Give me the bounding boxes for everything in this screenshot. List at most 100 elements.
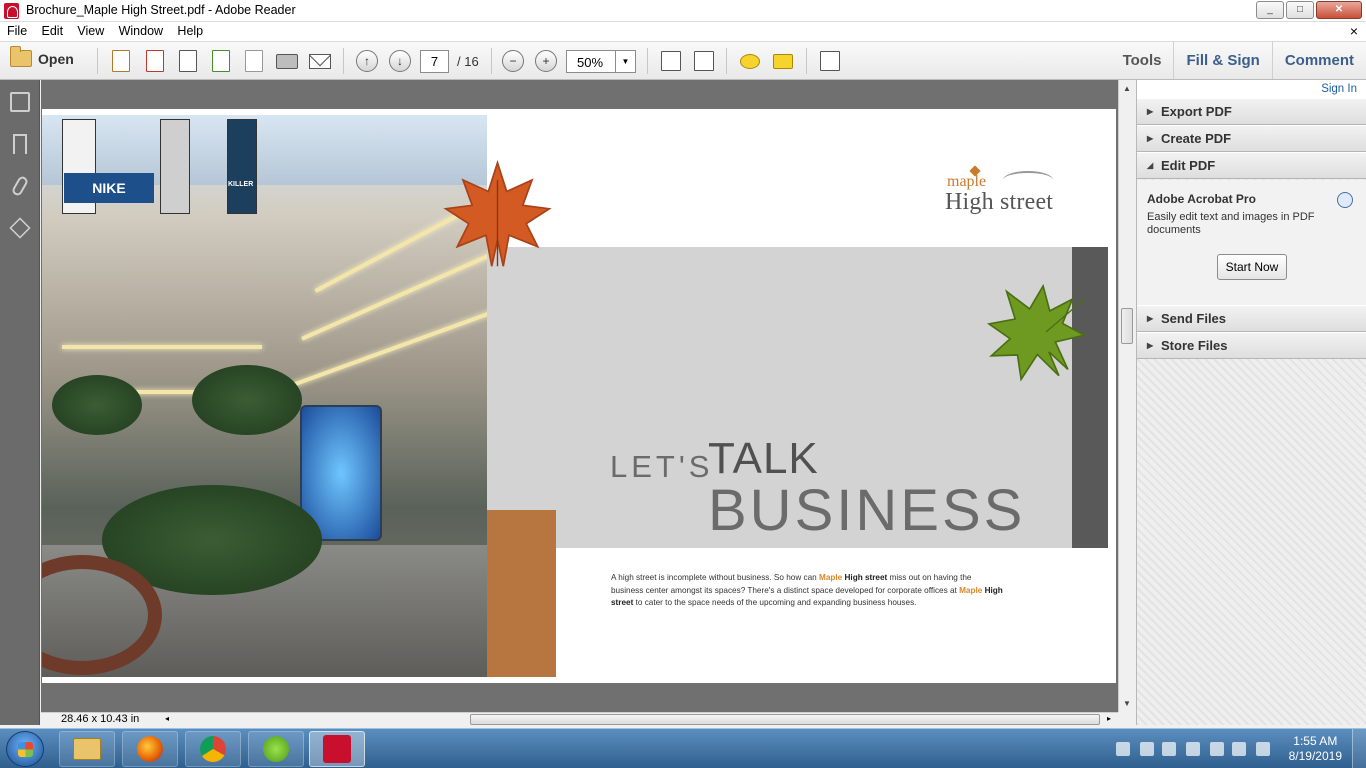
expand-icon: ▶: [1147, 341, 1154, 350]
scroll-thumb[interactable]: [1121, 308, 1133, 344]
adobe-reader-icon: [4, 3, 19, 19]
toolbar-divider: [343, 48, 344, 74]
nike-banner: NIKE: [64, 173, 154, 203]
next-page-button[interactable]: ↓: [388, 50, 412, 72]
minimize-button[interactable]: _: [1256, 1, 1284, 19]
close-button[interactable]: ✕: [1316, 1, 1362, 19]
scroll-down-arrow[interactable]: ▼: [1123, 699, 1131, 708]
scroll-right-arrow[interactable]: ▸: [1107, 714, 1111, 723]
page-thumbnails-icon[interactable]: [10, 92, 30, 112]
adobe-reader-taskbar-button[interactable]: [309, 731, 365, 767]
maple-high-street-logo: maple High street: [945, 165, 1060, 223]
zoom-in-button[interactable]: +: [534, 50, 558, 72]
banner: [160, 119, 190, 214]
print-icon[interactable]: [275, 50, 299, 72]
fit-width-icon[interactable]: [659, 50, 683, 72]
chrome-taskbar-button[interactable]: [185, 731, 241, 767]
menu-file[interactable]: File: [3, 22, 31, 38]
menu-help[interactable]: Help: [173, 22, 207, 38]
chrome-icon: [200, 736, 226, 762]
fit-page-icon[interactable]: [692, 50, 716, 72]
page-number-input[interactable]: 7: [420, 50, 449, 73]
body-intro: A high street is incomplete without busi…: [611, 573, 817, 582]
zoom-value: 50%: [577, 55, 604, 70]
sticky-note-icon[interactable]: [738, 50, 762, 72]
battery-icon[interactable]: [1210, 742, 1224, 756]
edit-document-icon[interactable]: [176, 50, 200, 72]
section-label: Store Files: [1161, 338, 1228, 353]
sign-in-link[interactable]: Sign In: [1137, 80, 1366, 98]
clock[interactable]: 1:55 AM 8/19/2019: [1289, 734, 1342, 764]
acrobat-pro-icon: [1337, 192, 1353, 208]
section-label: Send Files: [1161, 311, 1227, 326]
previous-page-button[interactable]: ↑: [355, 50, 379, 72]
banner: [227, 119, 257, 214]
clock-date: 8/19/2019: [1288, 749, 1342, 763]
firefox-icon: [137, 736, 163, 762]
palm-tree: [192, 365, 302, 435]
horizontal-scroll-thumb[interactable]: [470, 714, 1100, 725]
send-files-section[interactable]: ▶ Send Files: [1137, 305, 1366, 332]
attachments-icon[interactable]: [10, 174, 30, 198]
create-pdf-icon[interactable]: [109, 50, 133, 72]
show-desktop-button[interactable]: [1352, 729, 1366, 768]
floor-light: [288, 305, 487, 389]
tools-button[interactable]: Tools: [1111, 42, 1174, 79]
zoom-select[interactable]: 50% ▼: [566, 50, 636, 73]
security-icon[interactable]: [1232, 742, 1246, 756]
highlight-text-icon[interactable]: [771, 50, 795, 72]
start-now-button[interactable]: Start Now: [1217, 254, 1287, 280]
bookmarks-icon[interactable]: [13, 134, 27, 154]
brand-high-street: High street: [844, 573, 888, 582]
network-icon[interactable]: [1186, 742, 1200, 756]
vertical-scrollbar[interactable]: ▲ ▼: [1118, 80, 1135, 712]
save-icon[interactable]: [242, 50, 266, 72]
scroll-up-arrow[interactable]: ▲: [1123, 84, 1131, 93]
open-button[interactable]: Open: [10, 46, 74, 67]
body-end: to cater to the space needs of the upcom…: [635, 598, 917, 607]
action-center-icon[interactable]: [1116, 742, 1130, 756]
export-pdf-section[interactable]: ▶ Export PDF: [1137, 98, 1366, 125]
comment-button[interactable]: Comment: [1271, 42, 1366, 79]
cloud-upload-icon[interactable]: [209, 50, 233, 72]
navigation-pane: [0, 80, 40, 725]
maximize-button[interactable]: □: [1286, 1, 1314, 19]
edit-pdf-section[interactable]: ◢ Edit PDF: [1137, 152, 1366, 179]
fill-sign-button[interactable]: Fill & Sign: [1173, 42, 1271, 79]
brand-maple: Maple: [959, 585, 983, 595]
acrobat-pro-description: Easily edit text and images in PDF docum…: [1147, 211, 1315, 236]
menu-view[interactable]: View: [73, 22, 108, 38]
volume-icon[interactable]: [1256, 742, 1270, 756]
file-explorer-taskbar-button[interactable]: [59, 731, 115, 767]
scroll-left-arrow[interactable]: ◂: [165, 714, 169, 723]
expand-icon: ▶: [1147, 314, 1154, 323]
page-dimensions: 28.46 x 10.43 in: [61, 713, 140, 725]
palm-tree: [52, 375, 142, 435]
full-screen-icon[interactable]: [818, 50, 842, 72]
document-view[interactable]: NIKE KILLER maple High street LET'S TALK…: [41, 80, 1118, 712]
combine-files-icon[interactable]: [143, 50, 167, 72]
chevron-down-icon[interactable]: ▼: [615, 51, 635, 72]
task-panes: Tools Fill & Sign Comment: [1111, 42, 1366, 79]
toolbar: Open ↑ ↓ 7 / 16 − + 50% ▼ Tools Fill & S…: [0, 42, 1366, 80]
window-controls: _ □ ✕: [1256, 1, 1362, 19]
collapse-icon: ◢: [1147, 161, 1154, 170]
close-document-icon[interactable]: ×: [1350, 23, 1358, 39]
utorrent-taskbar-button[interactable]: [248, 731, 304, 767]
heading-lets: LET'S: [610, 449, 714, 484]
create-pdf-section[interactable]: ▶ Create PDF: [1137, 125, 1366, 152]
menu-edit[interactable]: Edit: [38, 22, 68, 38]
tools-pane: Sign In ▶ Export PDF ▶ Create PDF ◢ Edit…: [1136, 80, 1366, 725]
status-bar: 28.46 x 10.43 in ◂ ▸: [41, 712, 1118, 726]
bluetooth-icon[interactable]: [1162, 742, 1176, 756]
toolbar-divider: [806, 48, 807, 74]
menu-window[interactable]: Window: [115, 22, 167, 38]
start-button[interactable]: [6, 731, 44, 767]
layers-icon[interactable]: [9, 217, 31, 239]
store-files-section[interactable]: ▶ Store Files: [1137, 332, 1366, 359]
firefox-taskbar-button[interactable]: [122, 731, 178, 767]
logo-arc-icon: [1003, 171, 1053, 189]
zoom-out-button[interactable]: −: [501, 50, 525, 72]
display-icon[interactable]: [1140, 742, 1154, 756]
email-icon[interactable]: [308, 50, 332, 72]
